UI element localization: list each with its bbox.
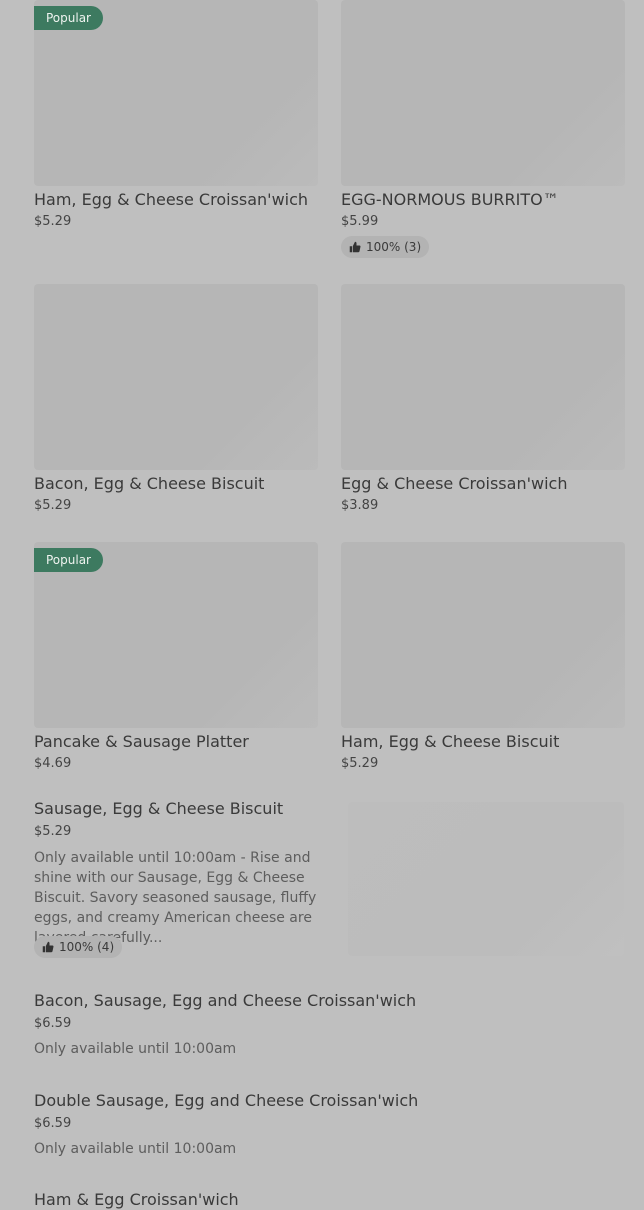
menu-item-price: $3.89	[341, 498, 379, 513]
rating-text: 100% (3)	[366, 240, 422, 254]
menu-item-price: $6.59	[34, 1016, 72, 1031]
menu-item-name: Bacon, Sausage, Egg and Cheese Croissan'…	[34, 991, 417, 1010]
menu-item-image	[341, 542, 625, 728]
popular-badge: Popular	[34, 6, 103, 30]
menu-item-name: EGG-NORMOUS BURRITO™	[341, 190, 559, 209]
menu-item-name: Egg & Cheese Croissan'wich	[341, 474, 568, 493]
thumbs-up-icon	[42, 941, 54, 953]
menu-item-image: Popular	[34, 542, 318, 728]
menu-item-name: Sausage, Egg & Cheese Biscuit	[34, 799, 284, 818]
menu-item-image	[34, 284, 318, 470]
availability-note: Only available until 10:00am	[34, 1041, 237, 1057]
list-item[interactable]: Sausage, Egg & Cheese Biscuit $5.29 Only…	[34, 799, 338, 948]
menu-item-price: $5.29	[34, 498, 72, 513]
popular-badge: Popular	[34, 548, 103, 572]
menu-item-card[interactable]: Bacon, Egg & Cheese Biscuit $5.29	[34, 284, 318, 513]
menu-item-card[interactable]: EGG-NORMOUS BURRITO™ $5.99 100% (3)	[341, 0, 625, 258]
rating-badge: 100% (3)	[341, 236, 430, 258]
menu-item-price: $6.59	[34, 1116, 72, 1131]
menu-item-image	[348, 802, 624, 956]
menu-item-name: Ham & Egg Croissan'wich	[34, 1190, 239, 1209]
rating-badge: 100% (4)	[34, 936, 123, 958]
menu-item-price: $5.29	[34, 824, 72, 839]
menu-item-name: Ham, Egg & Cheese Croissan'wich	[34, 190, 309, 209]
menu-item-description: Only available until 10:00am - Rise and …	[34, 850, 317, 946]
menu-item-price: $5.29	[34, 214, 72, 229]
menu-item-card[interactable]: Ham, Egg & Cheese Biscuit $5.29	[341, 542, 625, 771]
list-item[interactable]: Bacon, Sausage, Egg and Cheese Croissan'…	[34, 991, 416, 1059]
menu-item-card[interactable]: Egg & Cheese Croissan'wich $3.89	[341, 284, 625, 513]
menu-item-card[interactable]: Popular Ham, Egg & Cheese Croissan'wich …	[34, 0, 318, 229]
menu-item-name: Bacon, Egg & Cheese Biscuit	[34, 474, 265, 493]
menu-item-image	[341, 284, 625, 470]
list-item[interactable]: Double Sausage, Egg and Cheese Croissan'…	[34, 1091, 418, 1159]
menu-item-image	[341, 0, 625, 186]
thumbs-up-icon	[349, 241, 361, 253]
menu-item-price: $4.69	[34, 756, 72, 771]
menu-item-price: $5.99	[341, 214, 379, 229]
menu-item-name: Ham, Egg & Cheese Biscuit	[341, 732, 560, 751]
menu-item-image: Popular	[34, 0, 318, 186]
menu-item-price: $5.29	[341, 756, 379, 771]
rating-text: 100% (4)	[59, 940, 115, 954]
menu-item-name: Double Sausage, Egg and Cheese Croissan'…	[34, 1091, 419, 1110]
menu-item-name: Pancake & Sausage Platter	[34, 732, 249, 751]
list-item[interactable]: Ham & Egg Croissan'wich	[34, 1190, 239, 1210]
availability-note: Only available until 10:00am	[34, 1141, 237, 1157]
menu-item-card[interactable]: Popular Pancake & Sausage Platter $4.69	[34, 542, 318, 771]
